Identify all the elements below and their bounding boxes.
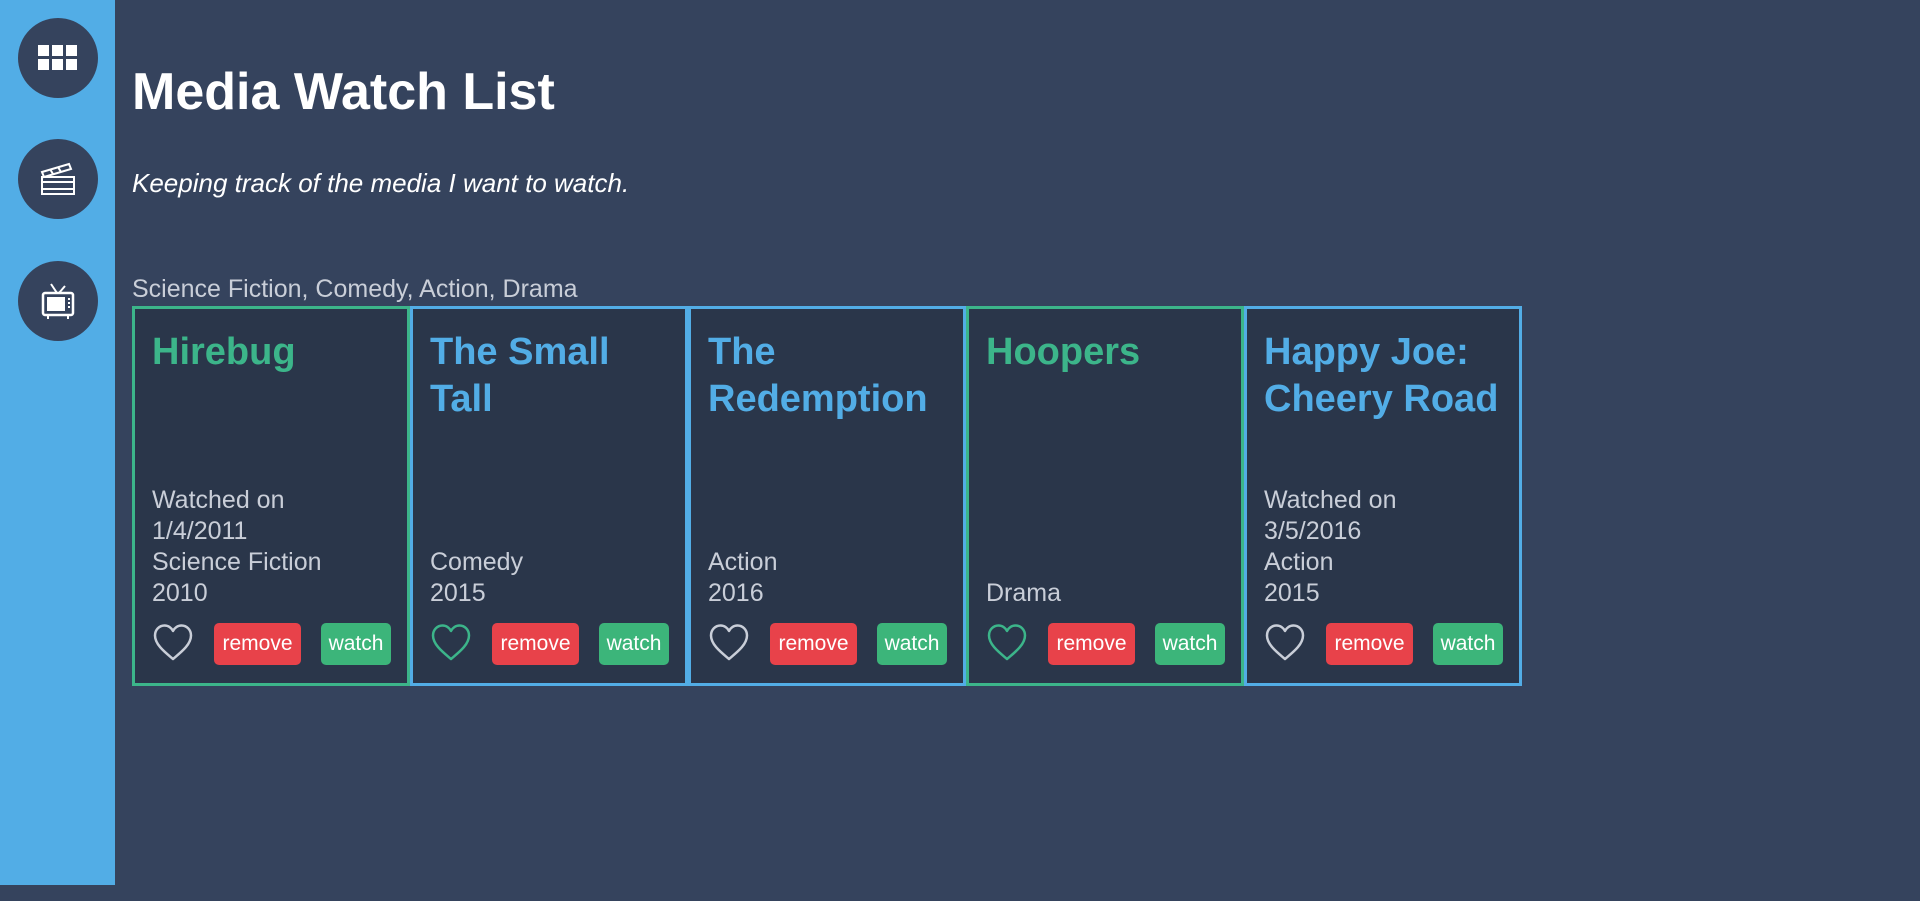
media-card: Happy Joe: Cheery Road Watched on 3/5/20… bbox=[1244, 306, 1522, 686]
watched-label: Watched on bbox=[152, 486, 285, 514]
card-actions: remove watch bbox=[986, 623, 1226, 665]
favorite-heart-icon[interactable] bbox=[152, 623, 194, 665]
media-year: Drama bbox=[986, 579, 1062, 607]
media-genre: Action bbox=[1264, 548, 1334, 576]
page-subtitle: Keeping track of the media I want to wat… bbox=[132, 168, 630, 198]
media-title: Hoopers bbox=[986, 331, 1141, 373]
favorite-heart-icon[interactable] bbox=[708, 623, 750, 665]
media-card: The Redemption Action 2016 remove watch bbox=[688, 306, 966, 686]
genre-list: Science Fiction, Comedy, Action, Drama bbox=[132, 275, 578, 303]
media-info: Drama bbox=[986, 578, 1233, 609]
favorite-heart-icon[interactable] bbox=[1264, 623, 1306, 665]
media-year: 2015 bbox=[430, 579, 486, 607]
watch-button[interactable]: watch bbox=[877, 623, 947, 665]
grid-icon bbox=[38, 45, 77, 70]
media-info: Watched on 1/4/2011 Science Fiction 2010 bbox=[152, 485, 399, 609]
media-info: Watched on 3/5/2016 Action 2015 bbox=[1264, 485, 1511, 609]
favorite-heart-icon[interactable] bbox=[430, 623, 472, 665]
watched-date: 3/5/2016 bbox=[1264, 517, 1362, 545]
media-info: Comedy 2015 bbox=[430, 547, 677, 609]
favorite-heart-icon[interactable] bbox=[986, 623, 1028, 665]
remove-button[interactable]: remove bbox=[1326, 623, 1413, 665]
card-actions: remove watch bbox=[152, 623, 392, 665]
nav-movies-button[interactable] bbox=[18, 139, 98, 219]
media-card-list: Hirebug Watched on 1/4/2011 Science Fict… bbox=[132, 306, 1522, 686]
media-title: Happy Joe: Cheery Road bbox=[1264, 331, 1499, 420]
watch-button[interactable]: watch bbox=[599, 623, 669, 665]
media-genre: Science Fiction bbox=[152, 548, 322, 576]
remove-button[interactable]: remove bbox=[1048, 623, 1135, 665]
clapperboard-icon bbox=[40, 162, 75, 195]
media-card: Hirebug Watched on 1/4/2011 Science Fict… bbox=[132, 306, 410, 686]
card-actions: remove watch bbox=[430, 623, 670, 665]
sidebar bbox=[0, 0, 115, 885]
media-year: 2010 bbox=[152, 579, 208, 607]
remove-button[interactable]: remove bbox=[492, 623, 579, 665]
remove-button[interactable]: remove bbox=[214, 623, 301, 665]
watch-button[interactable]: watch bbox=[1433, 623, 1503, 665]
media-card: Hoopers Drama remove watch bbox=[966, 306, 1244, 686]
watch-button[interactable]: watch bbox=[321, 623, 391, 665]
media-year: 2015 bbox=[1264, 579, 1320, 607]
nav-tv-button[interactable] bbox=[18, 261, 98, 341]
media-card: The Small Tall Comedy 2015 remove watch bbox=[410, 306, 688, 686]
nav-grid-button[interactable] bbox=[18, 18, 98, 98]
watch-button[interactable]: watch bbox=[1155, 623, 1225, 665]
tv-icon bbox=[41, 283, 75, 319]
watched-date: 1/4/2011 bbox=[152, 517, 248, 545]
media-year: 2016 bbox=[708, 579, 764, 607]
media-title: The Small Tall bbox=[430, 331, 610, 420]
media-title: Hirebug bbox=[152, 331, 296, 373]
watched-label: Watched on bbox=[1264, 486, 1397, 514]
card-actions: remove watch bbox=[1264, 623, 1504, 665]
card-actions: remove watch bbox=[708, 623, 948, 665]
media-genre: Action bbox=[708, 548, 778, 576]
media-title: The Redemption bbox=[708, 331, 928, 420]
media-info: Action 2016 bbox=[708, 547, 955, 609]
media-genre: Comedy bbox=[430, 548, 524, 576]
page-title: Media Watch List bbox=[132, 63, 555, 121]
remove-button[interactable]: remove bbox=[770, 623, 857, 665]
